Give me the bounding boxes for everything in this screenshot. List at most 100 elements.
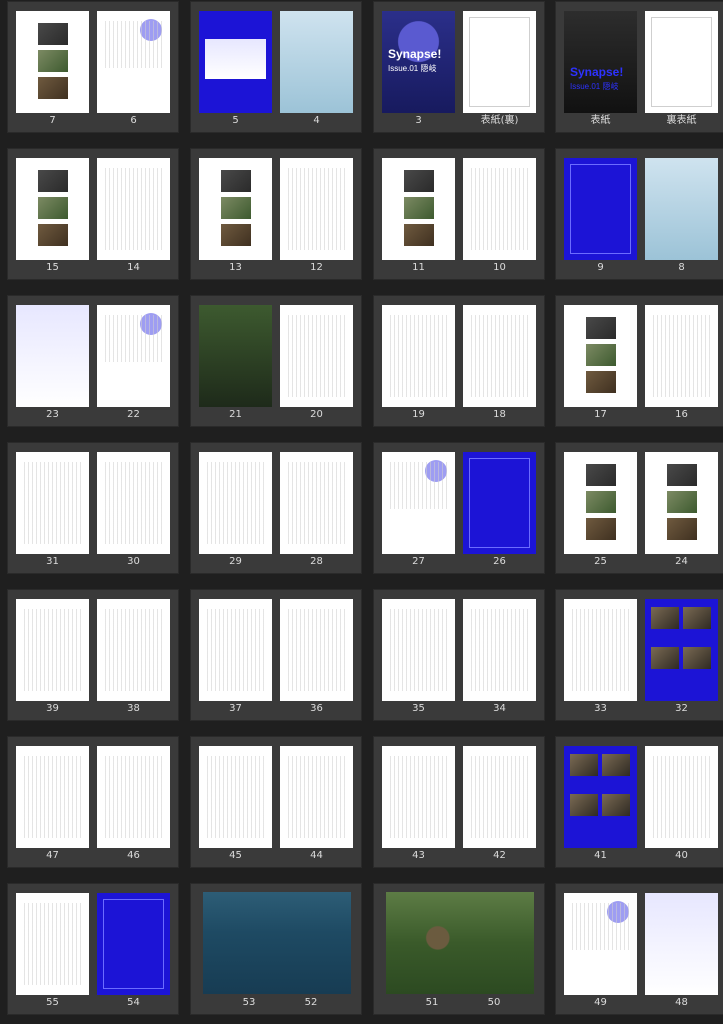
page-thumbnail[interactable] bbox=[16, 746, 89, 848]
page-thumbnail[interactable] bbox=[97, 11, 170, 113]
page-spread[interactable]: 41 40 bbox=[555, 736, 723, 868]
page-thumbnail[interactable] bbox=[382, 452, 455, 554]
page-number-label: 3 bbox=[415, 115, 422, 126]
page-number-label: 16 bbox=[675, 409, 688, 420]
page-thumbnail[interactable] bbox=[97, 893, 170, 995]
page-thumbnail[interactable] bbox=[199, 452, 272, 554]
page-spread[interactable]: 13 12 bbox=[190, 148, 362, 280]
page-thumbnail[interactable] bbox=[16, 893, 89, 995]
page-number-label: 45 bbox=[229, 850, 242, 861]
page-spread[interactable]: 43 42 bbox=[373, 736, 545, 868]
page-thumbnail[interactable] bbox=[463, 305, 536, 407]
page-number-label: 53 bbox=[242, 997, 256, 1008]
page-number-label: 39 bbox=[46, 703, 59, 714]
spread-image[interactable] bbox=[203, 892, 351, 994]
page-number-label: 12 bbox=[310, 262, 323, 273]
page-thumbnail[interactable] bbox=[564, 893, 637, 995]
page-thumbnail[interactable] bbox=[645, 11, 718, 113]
page-thumbnail[interactable] bbox=[16, 11, 89, 113]
page-spread[interactable]: 27 26 bbox=[373, 442, 545, 574]
page-spread[interactable]: 25 24 bbox=[555, 442, 723, 574]
page-number-label: 36 bbox=[310, 703, 323, 714]
page-thumbnail[interactable] bbox=[16, 158, 89, 260]
page-number-label: 43 bbox=[412, 850, 425, 861]
page-thumbnail[interactable] bbox=[97, 599, 170, 701]
page-number-label: 24 bbox=[675, 556, 688, 567]
page-thumbnail[interactable] bbox=[463, 599, 536, 701]
page-spread[interactable]: 45 44 bbox=[190, 736, 362, 868]
page-thumbnail[interactable] bbox=[97, 158, 170, 260]
page-thumbnail[interactable] bbox=[463, 11, 536, 113]
page-thumbnail[interactable] bbox=[199, 11, 272, 113]
page-thumbnail[interactable]: Synapse! Issue.01 隠岐 bbox=[382, 11, 455, 113]
page-number-label: 50 bbox=[487, 997, 501, 1008]
page-thumbnail[interactable] bbox=[97, 746, 170, 848]
page-spread[interactable]: 11 10 bbox=[373, 148, 545, 280]
spread-image[interactable] bbox=[386, 892, 534, 994]
page-thumbnail[interactable] bbox=[97, 452, 170, 554]
cover-title: Synapse! bbox=[570, 65, 624, 79]
page-spread[interactable]: 39 38 bbox=[7, 589, 179, 721]
page-thumbnail[interactable] bbox=[280, 599, 353, 701]
page-spread[interactable]: 76 bbox=[7, 1, 179, 133]
page-number-label: 41 bbox=[594, 850, 607, 861]
page-number-label: 5 bbox=[232, 115, 239, 126]
page-number-label: 8 bbox=[678, 262, 685, 273]
page-spread[interactable]: 19 18 bbox=[373, 295, 545, 427]
page-spread[interactable]: 49 48 bbox=[555, 883, 723, 1015]
page-thumbnail[interactable] bbox=[199, 305, 272, 407]
page-spread[interactable]: 37 36 bbox=[190, 589, 362, 721]
page-spread[interactable]: 17 16 bbox=[555, 295, 723, 427]
page-thumbnail[interactable] bbox=[382, 158, 455, 260]
page-thumbnail[interactable] bbox=[382, 305, 455, 407]
page-thumbnail[interactable] bbox=[564, 305, 637, 407]
page-thumbnail[interactable] bbox=[199, 599, 272, 701]
page-thumbnail[interactable] bbox=[280, 305, 353, 407]
page-spread[interactable]: 51 50 bbox=[373, 883, 545, 1015]
page-thumbnail[interactable] bbox=[564, 452, 637, 554]
page-spread[interactable]: 29 28 bbox=[190, 442, 362, 574]
page-thumbnail[interactable] bbox=[280, 11, 353, 113]
page-thumbnail[interactable] bbox=[280, 158, 353, 260]
page-spread[interactable]: 33 32 bbox=[555, 589, 723, 721]
page-spread[interactable]: 54 bbox=[190, 1, 362, 133]
page-thumbnail[interactable] bbox=[645, 746, 718, 848]
page-thumbnail[interactable] bbox=[382, 599, 455, 701]
page-thumbnail[interactable] bbox=[382, 746, 455, 848]
page-thumbnail[interactable] bbox=[199, 158, 272, 260]
page-thumbnail[interactable] bbox=[463, 452, 536, 554]
page-thumbnail[interactable] bbox=[645, 158, 718, 260]
page-thumbnail[interactable] bbox=[16, 452, 89, 554]
page-thumbnail[interactable] bbox=[280, 452, 353, 554]
page-thumbnail[interactable] bbox=[16, 305, 89, 407]
page-number-label: 26 bbox=[493, 556, 506, 567]
page-thumbnail[interactable] bbox=[463, 746, 536, 848]
page-thumbnail[interactable] bbox=[199, 746, 272, 848]
page-spread[interactable]: 55 54 bbox=[7, 883, 179, 1015]
page-thumbnail[interactable] bbox=[463, 158, 536, 260]
page-thumbnail[interactable] bbox=[645, 452, 718, 554]
page-spread[interactable]: 31 30 bbox=[7, 442, 179, 574]
page-number-label: 40 bbox=[675, 850, 688, 861]
page-thumbnail[interactable] bbox=[97, 305, 170, 407]
page-spread[interactable]: Synapse! Issue.01 隠岐 3 表紙(裏) bbox=[373, 1, 545, 133]
page-thumbnail[interactable] bbox=[16, 599, 89, 701]
page-thumbnail[interactable]: Synapse! Issue.01 隠岐 bbox=[564, 11, 637, 113]
page-spread[interactable]: 21 20 bbox=[190, 295, 362, 427]
page-thumbnail[interactable] bbox=[280, 746, 353, 848]
page-spread[interactable]: 47 46 bbox=[7, 736, 179, 868]
page-number-label: 55 bbox=[46, 997, 59, 1008]
page-spread[interactable]: 53 52 bbox=[190, 883, 362, 1015]
page-thumbnail[interactable] bbox=[564, 746, 637, 848]
page-spread[interactable]: 35 34 bbox=[373, 589, 545, 721]
page-spread[interactable]: Synapse! Issue.01 隠岐 表紙 裏表紙 bbox=[555, 1, 723, 133]
page-number-label: 7 bbox=[49, 115, 56, 126]
page-thumbnail[interactable] bbox=[645, 599, 718, 701]
page-spread[interactable]: 15 14 bbox=[7, 148, 179, 280]
page-thumbnail[interactable] bbox=[645, 893, 718, 995]
page-thumbnail[interactable] bbox=[645, 305, 718, 407]
page-spread[interactable]: 23 22 bbox=[7, 295, 179, 427]
page-spread[interactable]: 98 bbox=[555, 148, 723, 280]
page-thumbnail[interactable] bbox=[564, 599, 637, 701]
page-thumbnail[interactable] bbox=[564, 158, 637, 260]
